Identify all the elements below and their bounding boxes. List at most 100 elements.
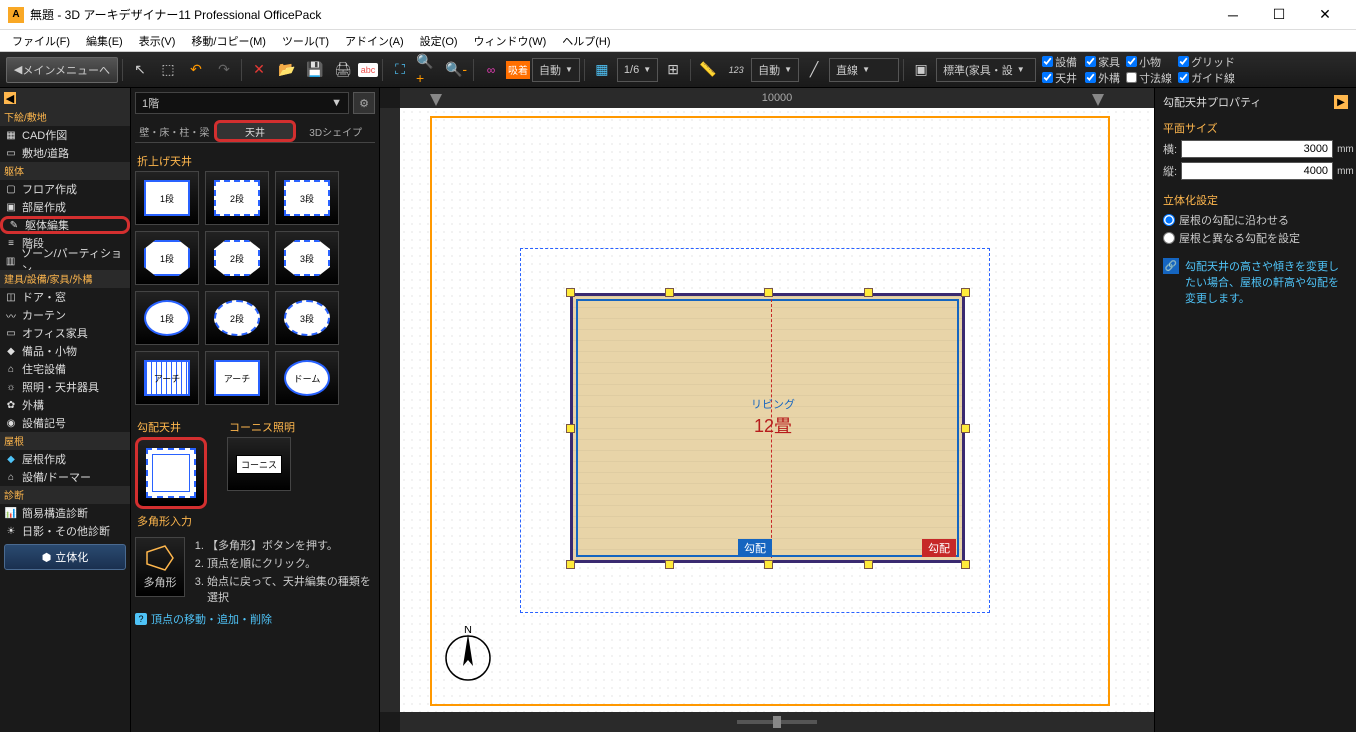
- item-gaikou[interactable]: ✿外構: [0, 396, 130, 414]
- abc-icon[interactable]: abc: [358, 63, 378, 77]
- thumb-arch-2[interactable]: アーチ: [205, 351, 269, 405]
- check-gaikou[interactable]: 外構: [1085, 70, 1120, 86]
- item-kani[interactable]: 📊簡易構造診断: [0, 504, 130, 522]
- save-icon[interactable]: 💾: [302, 57, 328, 83]
- item-cad[interactable]: ▦CAD作図: [0, 126, 130, 144]
- back-to-main-button[interactable]: ◀ メインメニューへ: [6, 57, 118, 83]
- redo-icon[interactable]: ↷: [211, 57, 237, 83]
- handle-s2[interactable]: [665, 560, 674, 569]
- delete-icon[interactable]: ✕: [246, 57, 272, 83]
- ruler-marker-right[interactable]: [1092, 94, 1104, 106]
- help-link[interactable]: ?頂点の移動・追加・削除: [135, 611, 375, 627]
- floor-dropdown[interactable]: 1階▼: [135, 92, 349, 114]
- menu-file[interactable]: ファイル(F): [4, 31, 78, 51]
- maximize-button[interactable]: ☐: [1256, 0, 1302, 30]
- menu-addin[interactable]: アドイン(A): [337, 31, 412, 51]
- menu-setting[interactable]: 設定(O): [412, 31, 466, 51]
- item-office[interactable]: ▭オフィス家具: [0, 324, 130, 342]
- item-floor[interactable]: ▢フロア作成: [0, 180, 130, 198]
- ruler-horizontal[interactable]: 10000: [400, 88, 1154, 108]
- item-curtain[interactable]: 〰カーテン: [0, 306, 130, 324]
- handle-sw[interactable]: [566, 560, 575, 569]
- thumb-koubai[interactable]: [135, 437, 207, 509]
- thumb-dome[interactable]: ドーム: [275, 351, 339, 405]
- menu-move[interactable]: 移動/コピー(M): [183, 31, 274, 51]
- thumb-cornice[interactable]: コーニス: [227, 437, 291, 491]
- thumb-sq-3[interactable]: 3段: [275, 171, 339, 225]
- item-heya[interactable]: ▣部屋作成: [0, 198, 130, 216]
- tab-3dshape[interactable]: 3Dシェイプ: [296, 120, 375, 142]
- thumb-arch-1[interactable]: アーチ: [135, 351, 199, 405]
- cursor-icon[interactable]: ↖: [127, 57, 153, 83]
- item-door[interactable]: ◫ドア・窓: [0, 288, 130, 306]
- check-setsubi[interactable]: 設備: [1042, 54, 1077, 70]
- select-tool-icon[interactable]: ⬚: [155, 57, 181, 83]
- thumb-circ-1[interactable]: 1段: [135, 291, 199, 345]
- item-shoumei[interactable]: ☼照明・天井器具: [0, 378, 130, 396]
- layer-dropdown[interactable]: 標準(家具・設▼: [936, 58, 1036, 82]
- close-button[interactable]: ✕: [1302, 0, 1348, 30]
- ruler-marker-left[interactable]: [430, 94, 442, 106]
- snap-badge[interactable]: 吸着: [506, 61, 530, 79]
- fit-icon[interactable]: ⛶: [387, 57, 413, 83]
- check-guide[interactable]: ガイド線: [1178, 70, 1235, 86]
- layer-icon[interactable]: ▣: [908, 57, 934, 83]
- props-next-button[interactable]: ▶: [1334, 95, 1348, 109]
- handle-nw[interactable]: [566, 288, 575, 297]
- thumb-sq-2[interactable]: 2段: [205, 171, 269, 225]
- item-zone[interactable]: ▥ゾーン/パーティション: [0, 252, 130, 270]
- thumb-circ-3[interactable]: 3段: [275, 291, 339, 345]
- auto-dropdown-2[interactable]: 自動▼: [751, 58, 799, 82]
- menu-help[interactable]: ヘルプ(H): [554, 31, 618, 51]
- line-type-dropdown[interactable]: 直線▼: [829, 58, 899, 82]
- grid-icon[interactable]: ▦: [589, 57, 615, 83]
- drawing-canvas[interactable]: リビング 12畳 勾配 勾配 N: [400, 108, 1154, 712]
- width-input[interactable]: [1181, 140, 1333, 158]
- handle-n3[interactable]: [665, 288, 674, 297]
- menu-tool[interactable]: ツール(T): [274, 31, 337, 51]
- make-3d-button[interactable]: ⬢立体化: [4, 544, 126, 570]
- thumb-oct-2[interactable]: 2段: [205, 231, 269, 285]
- height-input[interactable]: [1181, 162, 1333, 180]
- handle-s[interactable]: [764, 560, 773, 569]
- tab-ceiling[interactable]: 天井: [214, 120, 297, 142]
- ruler-icon[interactable]: 📏: [695, 57, 721, 83]
- print-icon[interactable]: 🖨: [330, 57, 356, 83]
- open-folder-icon[interactable]: 📂: [274, 57, 300, 83]
- sidebar-collapse[interactable]: ◀: [0, 88, 130, 108]
- item-setsubi[interactable]: ◉設備記号: [0, 414, 130, 432]
- item-dormer[interactable]: ⌂設備/ドーマー: [0, 468, 130, 486]
- zoom-out-icon[interactable]: 🔍-: [443, 57, 469, 83]
- floor-settings-button[interactable]: ⚙: [353, 92, 375, 114]
- room-living[interactable]: リビング 12畳 勾配 勾配: [570, 293, 965, 563]
- check-tenjou[interactable]: 天井: [1042, 70, 1077, 86]
- item-shikichi[interactable]: ▭敷地/道路: [0, 144, 130, 162]
- handle-w[interactable]: [566, 424, 575, 433]
- check-grid[interactable]: グリッド: [1178, 54, 1235, 70]
- check-kagu[interactable]: 家具: [1085, 54, 1120, 70]
- ruler-vertical[interactable]: [380, 108, 400, 712]
- dimension-icon[interactable]: 123: [723, 57, 749, 83]
- item-yane[interactable]: ◆屋根作成: [0, 450, 130, 468]
- radio-custom-slope[interactable]: 屋根と異なる勾配を設定: [1163, 230, 1348, 246]
- handle-e[interactable]: [961, 424, 970, 433]
- grid-toggle-icon[interactable]: ⊞: [660, 57, 686, 83]
- item-hikage[interactable]: ☀日影・その他診断: [0, 522, 130, 540]
- item-bihin[interactable]: ◆備品・小物: [0, 342, 130, 360]
- handle-se[interactable]: [864, 560, 873, 569]
- radio-follow-roof[interactable]: 屋根の勾配に沿わせる: [1163, 212, 1348, 228]
- check-sunpo[interactable]: 寸法線: [1126, 70, 1172, 86]
- minimize-button[interactable]: ─: [1210, 0, 1256, 30]
- tab-wall[interactable]: 壁・床・柱・梁: [135, 120, 214, 142]
- handle-n[interactable]: [764, 288, 773, 297]
- undo-icon[interactable]: ↶: [183, 57, 209, 83]
- thumb-sq-1[interactable]: 1段: [135, 171, 199, 225]
- handle-n2[interactable]: [864, 288, 873, 297]
- menu-view[interactable]: 表示(V): [131, 31, 184, 51]
- handle-se2[interactable]: [961, 560, 970, 569]
- check-komono[interactable]: 小物: [1126, 54, 1161, 70]
- infinity-icon[interactable]: ∞: [478, 57, 504, 83]
- zoom-slider[interactable]: [737, 720, 817, 724]
- grid-ratio-dropdown[interactable]: 1/6▼: [617, 58, 658, 82]
- poly-button[interactable]: 多角形: [135, 537, 185, 597]
